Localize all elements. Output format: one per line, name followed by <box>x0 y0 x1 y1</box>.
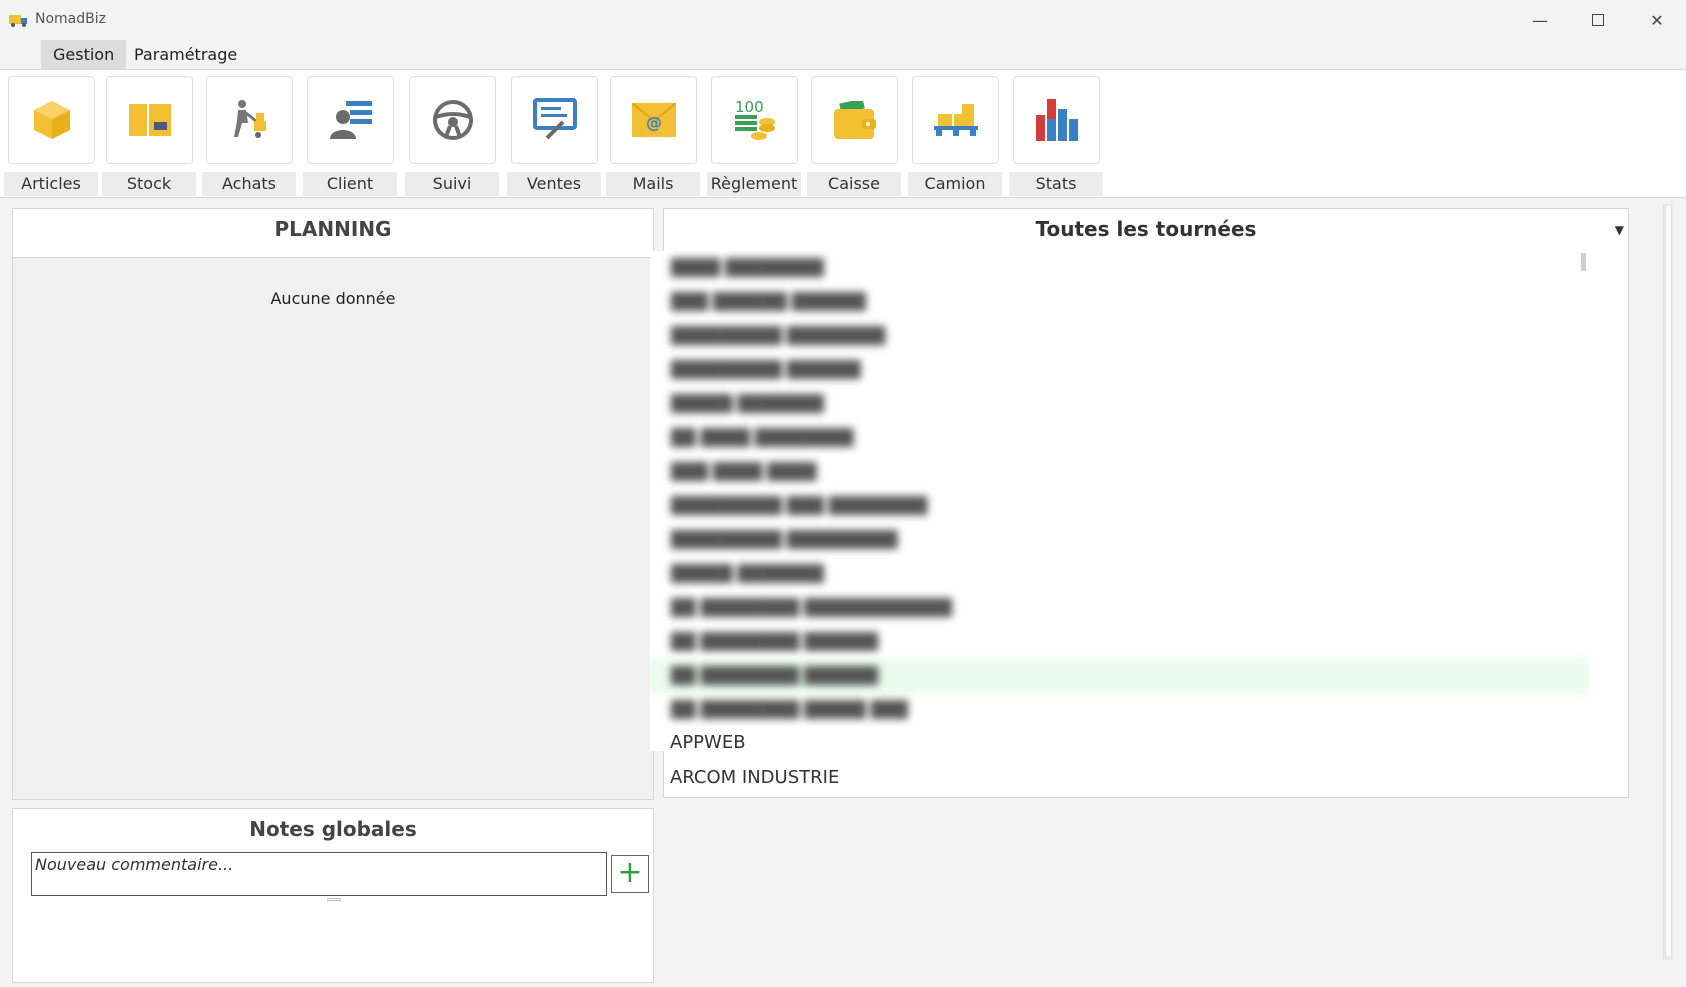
tool-suivi[interactable]: Suivi <box>403 70 501 199</box>
dropdown-item-redacted[interactable]: ██ ████████ ██████ <box>650 625 1590 659</box>
money-coins-icon: 100 <box>734 98 775 140</box>
menu-gestion[interactable]: Gestion <box>41 40 127 70</box>
maximize-icon <box>1592 14 1604 26</box>
dropdown-item-redacted[interactable]: █████ ███████ <box>650 557 1590 591</box>
stock-icon <box>128 104 171 136</box>
dropdown-item-redacted[interactable]: ██ ████ ████████ <box>650 421 1590 455</box>
tool-achats[interactable]: Achats <box>200 70 298 199</box>
notes-title: Notes globales <box>249 817 417 841</box>
close-button[interactable]: ✕ <box>1628 0 1686 40</box>
dropdown-item-redacted[interactable]: ██ ████████ ████████████ <box>650 591 1590 625</box>
planning-title: PLANNING <box>13 209 653 258</box>
bar-chart-icon <box>1035 99 1078 141</box>
maximize-button[interactable] <box>1569 0 1627 40</box>
tool-stock[interactable]: Stock <box>100 70 198 199</box>
client-card-icon <box>329 101 372 139</box>
svg-text:@: @ <box>646 113 662 132</box>
tool-mails[interactable]: @ Mails <box>604 70 702 199</box>
dropdown-item-redacted[interactable]: ████ ████████ <box>650 251 1590 285</box>
dropdown-item-redacted[interactable]: ███ ████ ████ <box>650 455 1590 489</box>
dropdown-item-redacted[interactable]: █████████ ██████ <box>650 353 1590 387</box>
dropdown-item-redacted[interactable]: █████████ ████████ <box>650 319 1590 353</box>
mail-icon: @ <box>631 103 676 137</box>
close-icon: ✕ <box>1650 10 1664 30</box>
dropdown-item-redacted[interactable]: █████ ███████ <box>650 387 1590 421</box>
tool-articles[interactable]: Articles <box>2 70 100 199</box>
tournees-dropdown-list: ████ ████████ ███ ██████ ██████ ████████… <box>650 251 1590 751</box>
planning-panel: PLANNING Aucune donnée <box>12 208 654 800</box>
pallet-truck-icon <box>933 104 978 136</box>
ribbon-toolbar: Articles Stock Achats Client Suivi Vente… <box>0 69 1686 198</box>
svg-text:100: 100 <box>735 98 764 116</box>
main-scrollbar-thumb[interactable] <box>1665 204 1672 958</box>
wallet-icon <box>833 101 876 139</box>
comment-input[interactable] <box>31 852 607 896</box>
minimize-icon: — <box>1532 10 1548 30</box>
minimize-button[interactable]: — <box>1511 0 1569 40</box>
menu-parametrage[interactable]: Paramétrage <box>122 40 249 70</box>
tool-caisse[interactable]: Caisse <box>805 70 903 199</box>
dropdown-item-highlighted[interactable]: ██ ████████ ██████ <box>650 659 1590 693</box>
title-bar: NomadBiz — ✕ <box>0 0 1686 40</box>
steering-wheel-icon <box>432 100 473 140</box>
tool-reglement[interactable]: 100 Règlement <box>705 70 803 199</box>
sales-sign-icon <box>532 98 577 140</box>
box-icon <box>33 101 70 139</box>
list-item-arcom-industrie[interactable]: ARCOM INDUSTRIE <box>670 767 839 788</box>
dropdown-item-redacted[interactable]: █████████ █████████ <box>650 523 1590 557</box>
truck-app-icon <box>9 15 27 27</box>
dropdown-item-redacted[interactable]: █████████ ███ ████████ <box>650 489 1590 523</box>
notes-panel: Notes globales + <box>12 808 654 983</box>
tool-ventes[interactable]: Ventes <box>505 70 603 199</box>
planning-empty-text: Aucune donnée <box>270 289 396 308</box>
hand-truck-icon <box>233 100 266 138</box>
tool-camion[interactable]: Camion <box>906 70 1004 199</box>
window-title: NomadBiz <box>35 11 106 27</box>
main-scrollbar[interactable] <box>1663 204 1673 960</box>
dropdown-item-redacted[interactable]: ███ ██████ ██████ <box>650 285 1590 319</box>
resize-grip[interactable] <box>327 898 341 901</box>
chevron-down-icon[interactable]: ▼ <box>1615 223 1624 237</box>
dropdown-item-redacted[interactable]: ██ ████████ █████ ███ <box>650 693 1590 727</box>
menu-bar: Gestion Paramétrage <box>0 40 1686 70</box>
tool-stats[interactable]: Stats <box>1007 70 1105 199</box>
list-item-appweb[interactable]: APPWEB <box>670 732 746 753</box>
tool-client[interactable]: Client <box>301 70 399 199</box>
tournees-selected-value[interactable]: Toutes les tournées <box>664 209 1628 249</box>
add-comment-button[interactable]: + <box>611 855 649 893</box>
tournees-combobox[interactable]: Toutes les tournées ▼ ████ ████████ ███ … <box>650 208 1629 798</box>
